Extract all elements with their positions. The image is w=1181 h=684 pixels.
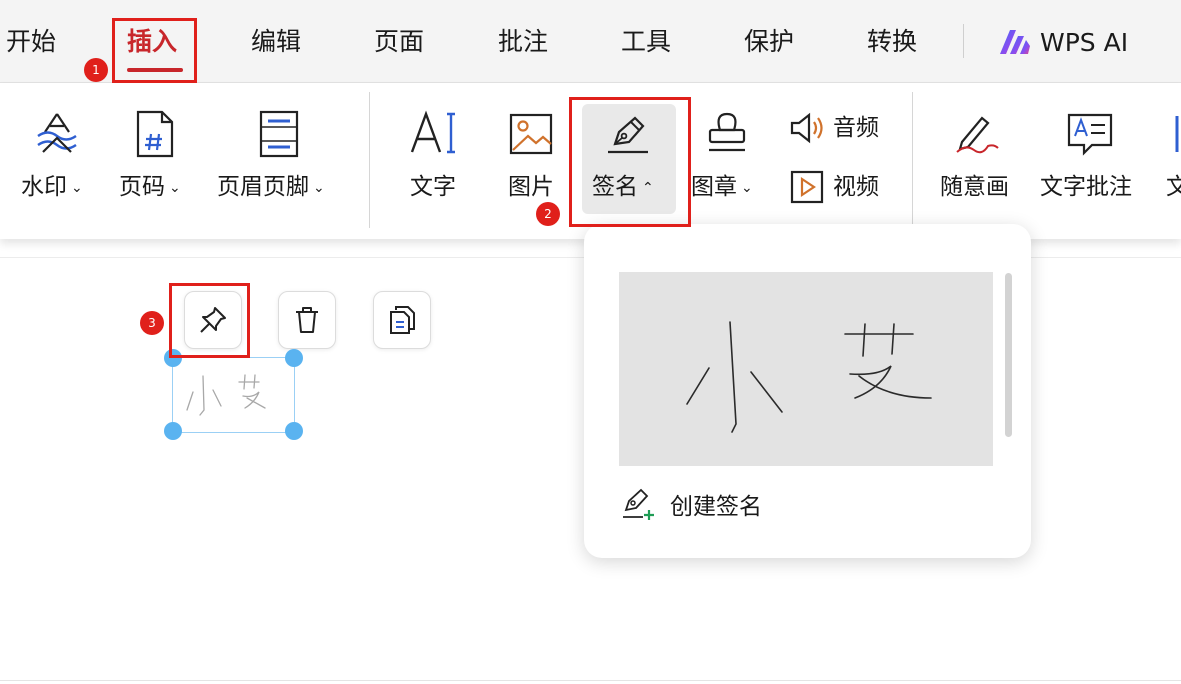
delete-button[interactable] — [278, 291, 336, 349]
create-signature-label: 创建签名 — [670, 494, 762, 520]
text-comment-button[interactable]: 文字批注 — [1040, 170, 1132, 204]
tab-edit[interactable]: 编辑 — [251, 20, 301, 64]
watermark-button[interactable]: 水印 ⌄ — [21, 170, 83, 204]
text-comment-icon — [1067, 113, 1113, 156]
document-bottom-border — [0, 680, 1181, 681]
speaker-icon — [790, 112, 823, 144]
play-icon — [790, 170, 824, 204]
chevron-down-icon: ⌄ — [313, 179, 325, 196]
resize-handle-bottom-right[interactable] — [285, 422, 303, 440]
wps-ai-label: WPS AI — [1040, 27, 1129, 57]
video-label: 视频 — [833, 174, 879, 200]
chevron-down-icon: ⌄ — [741, 179, 753, 196]
page-number-label: 页码 — [119, 174, 165, 200]
tab-start[interactable]: 开始 — [6, 20, 56, 64]
tab-page[interactable]: 页面 — [374, 20, 424, 64]
wps-ai-logo-icon — [1000, 30, 1030, 54]
tab-annotate[interactable]: 批注 — [498, 20, 548, 64]
resize-handle-top-right[interactable] — [285, 349, 303, 367]
step-badge-2: 2 — [536, 202, 560, 226]
watermark-label: 水印 — [21, 174, 67, 200]
image-button[interactable]: 图片 — [508, 170, 554, 204]
page-number-icon — [136, 110, 174, 158]
stamp-icon — [708, 112, 746, 152]
tab-tools[interactable]: 工具 — [621, 20, 671, 64]
callout-pin-button — [169, 283, 250, 358]
text-ai-icon — [410, 110, 455, 154]
menu-divider — [963, 24, 964, 58]
stamp-button[interactable]: 图章 ⌄ — [691, 170, 753, 204]
create-signature-button[interactable]: 创建签名 — [620, 484, 762, 524]
header-footer-label: 页眉页脚 — [217, 174, 309, 200]
pencil-icon — [956, 116, 999, 154]
popup-scrollbar[interactable] — [1005, 273, 1012, 437]
pen-plus-icon — [623, 488, 654, 520]
header-footer-button[interactable]: 页眉页脚 ⌄ — [217, 170, 325, 204]
callout-insert-tab — [112, 18, 197, 83]
page-number-button[interactable]: 页码 ⌄ — [119, 170, 181, 204]
partial-ribbon-icon — [1175, 116, 1179, 152]
tab-convert[interactable]: 转换 — [867, 20, 917, 64]
saved-signature-drawing — [686, 321, 932, 433]
trash-icon — [296, 307, 318, 333]
copy-icon — [390, 306, 415, 334]
freehand-button[interactable]: 随意画 — [940, 170, 1009, 204]
audio-label: 音频 — [833, 115, 879, 141]
chevron-down-icon: ⌄ — [169, 179, 181, 196]
signature-drawing — [186, 374, 266, 416]
image-icon — [509, 113, 553, 155]
ribbon-divider — [369, 92, 370, 228]
app-window: 开始 插入 编辑 页面 批注 工具 保护 转换 WPS AI 水印 ⌄ 页码 ⌄… — [0, 0, 1181, 684]
watermark-icon — [37, 113, 77, 153]
saved-signature-item[interactable] — [619, 272, 993, 466]
chevron-down-icon: ⌄ — [71, 179, 83, 196]
callout-signature-button — [569, 97, 691, 227]
stamp-label: 图章 — [691, 174, 737, 200]
text-button[interactable]: 文字 — [410, 170, 456, 204]
wps-ai-button[interactable]: WPS AI — [998, 20, 1128, 64]
tab-protect[interactable]: 保护 — [744, 20, 794, 64]
resize-handle-bottom-left[interactable] — [164, 422, 182, 440]
step-badge-3: 3 — [140, 311, 164, 335]
placed-signature[interactable] — [172, 357, 295, 433]
ribbon-divider — [912, 92, 913, 228]
partial-ribbon-button[interactable]: 文 — [1166, 170, 1181, 204]
header-footer-icon — [259, 110, 299, 158]
step-badge-1: 1 — [84, 58, 108, 82]
copy-button[interactable] — [373, 291, 431, 349]
